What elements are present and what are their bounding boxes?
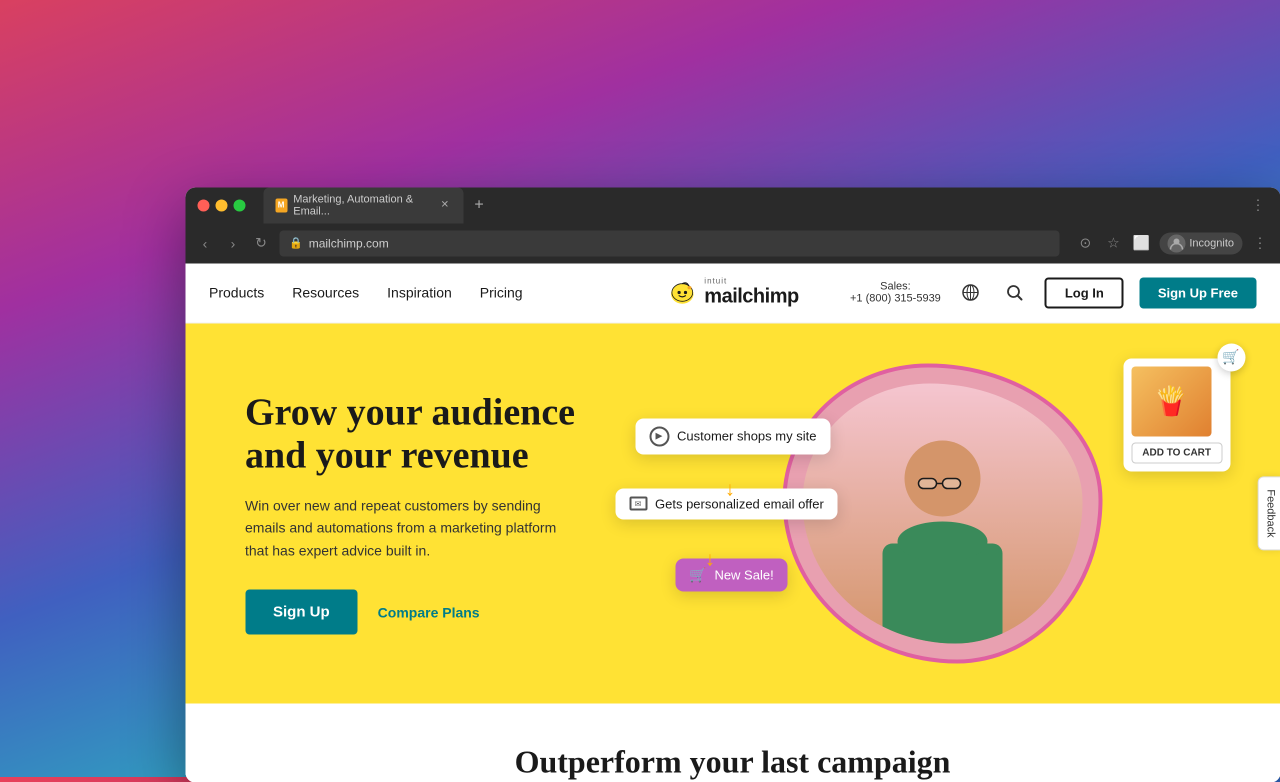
flow-arrow-2: ↓: [705, 548, 715, 571]
hero-section: Grow your audience and your revenue Win …: [185, 323, 1280, 703]
flow-card-1: ▶ Customer shops my site: [635, 418, 830, 454]
traffic-lights: [197, 199, 245, 211]
hero-description: Win over new and repeat customers by sen…: [245, 495, 565, 562]
nav-right: Sales: +1 (800) 315-5939: [850, 277, 1256, 308]
hero-illustration: 🛒 🍟 ADD TO CART ▶ Customer shops my site…: [665, 363, 1220, 663]
email-icon: ✉: [629, 497, 647, 511]
sales-label: Sales:: [850, 281, 941, 293]
incognito-label: Incognito: [1189, 237, 1234, 249]
nav-logo[interactable]: intuit mailchimp: [666, 277, 798, 309]
browser-title-bar: M Marketing, Automation & Email... ✕ + ⋮: [185, 187, 1280, 223]
nav-resources[interactable]: Resources: [292, 285, 359, 301]
flow-arrow-1: ↓: [725, 478, 735, 501]
tab-favicon: M: [275, 198, 287, 212]
address-bar-row: ‹ › ↻ 🔒 mailchimp.com ⊙ ☆ ⬜ Incognito ⋮: [185, 223, 1280, 263]
browser-actions: ⊙ ☆ ⬜ Incognito ⋮: [1075, 232, 1270, 254]
bookmark-icon[interactable]: ☆: [1103, 233, 1123, 253]
site-nav: Products Resources Inspiration Pricing i…: [185, 263, 1280, 323]
product-image: 🍟: [1131, 366, 1211, 436]
tab-close-btn[interactable]: ✕: [439, 198, 451, 212]
outperform-title: Outperform your last campaign: [185, 743, 1280, 780]
flow-card-3: 🛒 New Sale!: [675, 558, 788, 591]
flow-card-2-text: Gets personalized email offer: [655, 496, 824, 511]
url-text: mailchimp.com: [309, 236, 389, 250]
compare-plans-link[interactable]: Compare Plans: [378, 604, 480, 620]
mailchimp-logo-icon: [666, 277, 698, 309]
page-content: Products Resources Inspiration Pricing i…: [185, 263, 1280, 782]
mailchimp-logo-text-group: intuit mailchimp: [704, 277, 798, 309]
intuit-label: intuit: [704, 277, 798, 286]
product-card: 🛒 🍟 ADD TO CART: [1123, 358, 1230, 471]
tab-bar: M Marketing, Automation & Email... ✕ +: [263, 187, 1240, 223]
login-button[interactable]: Log In: [1045, 277, 1124, 308]
add-to-cart-btn[interactable]: ADD TO CART: [1131, 442, 1222, 463]
new-tab-btn[interactable]: +: [467, 193, 491, 217]
back-btn[interactable]: ‹: [195, 233, 215, 253]
cast-icon[interactable]: ⊙: [1075, 233, 1095, 253]
hero-title: Grow your audience and your revenue: [245, 391, 665, 478]
person-silhouette: [853, 423, 1033, 643]
signup-free-button[interactable]: Sign Up Free: [1140, 277, 1256, 308]
globe-icon: [962, 284, 980, 302]
browser-menu-btn[interactable]: ⋮: [1248, 195, 1268, 215]
sales-phone: +1 (800) 315-5939: [850, 293, 941, 305]
incognito-avatar: [1167, 234, 1185, 252]
lock-icon: 🔒: [289, 237, 303, 250]
nav-products[interactable]: Products: [209, 285, 264, 301]
sales-contact: Sales: +1 (800) 315-5939: [850, 281, 941, 305]
close-window-btn[interactable]: [197, 199, 209, 211]
flow-card-3-text: New Sale!: [714, 567, 773, 582]
minimize-window-btn[interactable]: [215, 199, 227, 211]
address-bar[interactable]: 🔒 mailchimp.com: [279, 230, 1059, 256]
play-icon: ▶: [649, 426, 669, 446]
cart-icon: 🛒: [1217, 343, 1245, 371]
outperform-section: Outperform your last campaign ?: [185, 703, 1280, 782]
incognito-badge: Incognito: [1159, 232, 1242, 254]
active-tab[interactable]: M Marketing, Automation & Email... ✕: [263, 187, 463, 223]
reload-btn[interactable]: ↻: [251, 233, 271, 253]
language-btn[interactable]: [957, 279, 985, 307]
hero-content: Grow your audience and your revenue Win …: [245, 391, 665, 635]
tab-title: Marketing, Automation & Email...: [293, 193, 433, 217]
feedback-tab[interactable]: Feedback: [1258, 476, 1280, 550]
nav-links: Products Resources Inspiration Pricing: [209, 285, 523, 301]
maximize-window-btn[interactable]: [233, 199, 245, 211]
tab-search-icon[interactable]: ⬜: [1131, 233, 1151, 253]
mailchimp-label: mailchimp: [704, 286, 798, 309]
flow-card-1-text: Customer shops my site: [677, 429, 816, 444]
nav-pricing[interactable]: Pricing: [480, 285, 523, 301]
hero-signup-button[interactable]: Sign Up: [245, 590, 358, 635]
search-icon: [1006, 284, 1024, 302]
nav-inspiration[interactable]: Inspiration: [387, 285, 452, 301]
hero-buttons: Sign Up Compare Plans: [245, 590, 665, 635]
search-btn[interactable]: [1001, 279, 1029, 307]
browser-more-btn[interactable]: ⋮: [1250, 233, 1270, 253]
forward-btn[interactable]: ›: [223, 233, 243, 253]
new-sale-icon: 🛒: [689, 566, 706, 583]
